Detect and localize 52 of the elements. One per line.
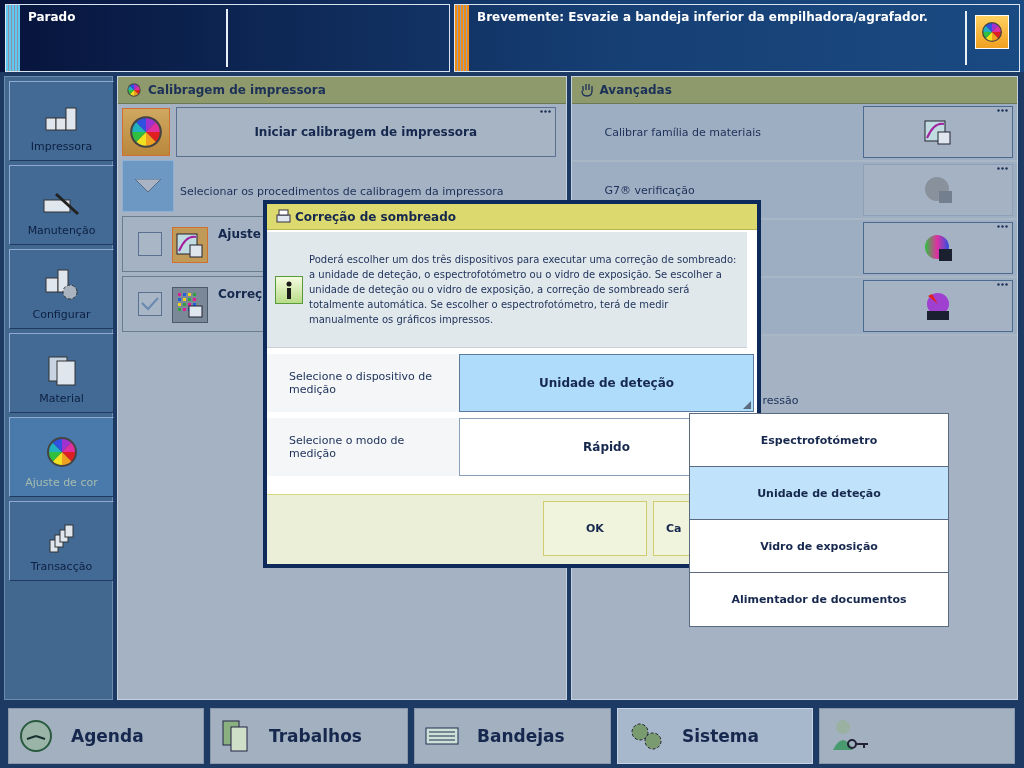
printer-blocks-icon bbox=[43, 104, 80, 134]
color-wheel-button[interactable] bbox=[975, 15, 1009, 49]
triangle-down-icon bbox=[135, 179, 161, 193]
curve-media-icon bbox=[924, 118, 952, 146]
dropdown-field[interactable]: Unidade de deteção bbox=[459, 354, 754, 412]
corner-icon bbox=[743, 401, 751, 409]
option-button[interactable] bbox=[863, 106, 1013, 158]
field-label: Selecione o modo de medição bbox=[267, 418, 459, 476]
machine-state: Parado bbox=[20, 9, 228, 67]
nav-tab[interactable]: Trabalhos bbox=[210, 708, 408, 764]
option-label: Calibrar família de materiais bbox=[603, 125, 762, 139]
status-stripe bbox=[455, 5, 469, 71]
procedures-label: Selecionar os procedimentos de calibragem da impressora bbox=[180, 185, 504, 198]
status-stripe bbox=[6, 5, 20, 71]
option-label: G7® verificação bbox=[603, 183, 696, 197]
option-button[interactable] bbox=[863, 222, 1013, 274]
info-text: Poderá escolher um dos três dispositivos para executar uma correção de sombreado: a unidade de deteção, o espectrofotómetro ou o vidro de exposição. Se escolher a unidade de deteção ou o vidro de exposição, a correção de sombreado será totalmente automática. Se escolher o espectrofotómetro, terá de medir manualmente os gráficos impressos. bbox=[309, 253, 738, 327]
checkbox[interactable] bbox=[138, 232, 162, 256]
more-icon bbox=[539, 110, 551, 113]
gears-icon bbox=[628, 721, 664, 751]
info-icon bbox=[275, 275, 303, 304]
color-wheel-icon bbox=[980, 20, 1004, 44]
panel-title: Avançadas bbox=[599, 83, 672, 97]
expand-button[interactable] bbox=[122, 160, 174, 212]
documents-icon bbox=[221, 719, 251, 753]
nav-tab[interactable]: Bandejas bbox=[414, 708, 611, 764]
printer-icon bbox=[275, 208, 291, 225]
nav-tab[interactable]: Agenda bbox=[8, 708, 204, 764]
dialog-button[interactable]: OK bbox=[543, 501, 647, 556]
start-calibration-button[interactable]: Iniciar calibragem de impressora bbox=[176, 107, 556, 157]
procedure-title: Correç bbox=[218, 287, 263, 301]
more-icon bbox=[997, 225, 1008, 228]
tray-icon bbox=[425, 727, 459, 745]
more-icon bbox=[997, 283, 1008, 286]
procedure-title: Ajuste bbox=[218, 227, 261, 241]
status-message: Brevemente: Esvazie a bandeja inferior da empilhadora/agrafador. bbox=[476, 9, 929, 26]
more-icon bbox=[997, 109, 1008, 112]
panel-title: Calibragem de impressora bbox=[148, 83, 326, 97]
field-label: Selecione o dispositivo de medição bbox=[267, 354, 459, 412]
option-label: ressão bbox=[762, 394, 799, 407]
clock-icon bbox=[19, 719, 53, 753]
sheets-icon bbox=[45, 354, 78, 386]
nav-tab[interactable] bbox=[819, 708, 1015, 764]
option-button[interactable] bbox=[863, 280, 1013, 332]
nav-tab[interactable]: Sistema bbox=[617, 708, 813, 764]
more-icon bbox=[997, 167, 1008, 170]
checkbox[interactable] bbox=[138, 292, 162, 316]
hand-icon bbox=[579, 83, 594, 97]
dropdown-option[interactable]: Unidade de deteção bbox=[690, 467, 948, 520]
blocks-gear-icon bbox=[43, 268, 80, 302]
color-wheel-icon bbox=[126, 82, 142, 98]
dialog-title: Correção de sombreado bbox=[295, 209, 457, 224]
